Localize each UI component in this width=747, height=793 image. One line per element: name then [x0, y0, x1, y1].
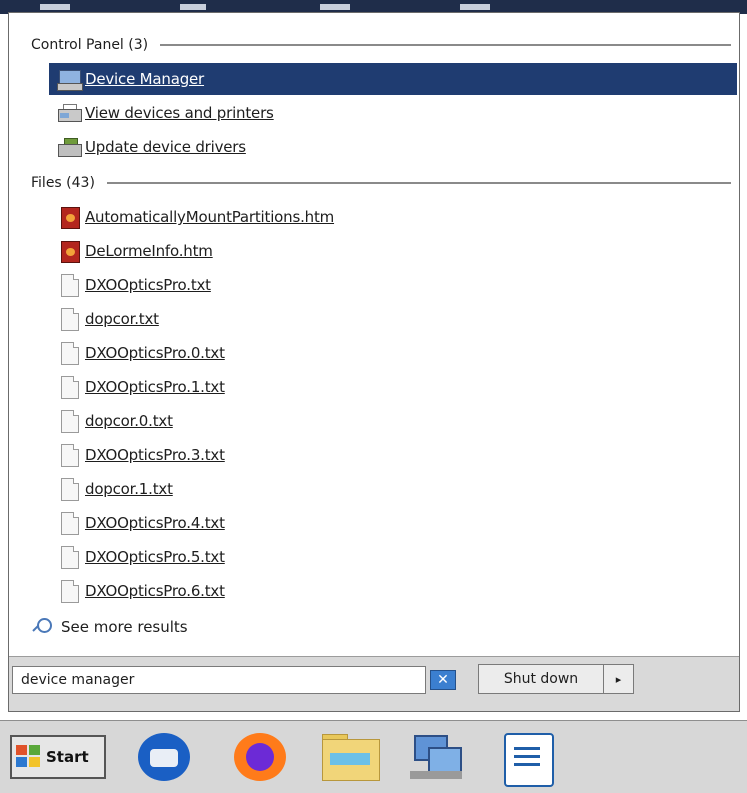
file-result[interactable]: DXOOpticsPro.4.txt	[49, 507, 737, 539]
file-result[interactable]: DXOOpticsPro.0.txt	[49, 337, 737, 369]
file-result[interactable]: DXOOpticsPro.3.txt	[49, 439, 737, 471]
txt-file-icon	[57, 375, 81, 399]
search-input[interactable]	[12, 666, 426, 694]
result-device-manager[interactable]: Device Manager	[49, 63, 737, 95]
file-result[interactable]: DXOOpticsPro.6.txt	[49, 575, 737, 607]
printer-icon	[57, 101, 82, 125]
shut-down-options-arrow-icon[interactable]: ▸	[604, 664, 634, 694]
file-result[interactable]: DeLormeInfo.htm	[49, 235, 737, 267]
file-result[interactable]: DXOOpticsPro.5.txt	[49, 541, 737, 573]
result-update-device-drivers[interactable]: Update device drivers	[49, 131, 737, 163]
file-result[interactable]: dopcor.0.txt	[49, 405, 737, 437]
file-result[interactable]: dopcor.1.txt	[49, 473, 737, 505]
windows-flag-icon	[16, 745, 42, 769]
search-icon	[32, 618, 52, 636]
txt-file-icon	[57, 545, 81, 569]
txt-file-icon	[57, 341, 81, 365]
file-result[interactable]: AutomaticallyMountPartitions.htm	[49, 201, 737, 233]
result-view-devices-and-printers[interactable]: View devices and printers	[49, 97, 737, 129]
device-manager-icon	[57, 67, 83, 91]
txt-file-icon	[57, 443, 81, 467]
writer-icon[interactable]	[496, 731, 560, 787]
search-results-panel: Control Panel (3) Device Manager View de…	[9, 13, 739, 657]
txt-file-icon	[57, 511, 81, 535]
see-more-results-link[interactable]: See more results	[32, 613, 188, 641]
files-header: Files (43)	[31, 173, 731, 193]
htm-file-icon	[57, 239, 81, 263]
shut-down-button[interactable]: Shut down	[478, 664, 604, 694]
txt-file-icon	[57, 579, 81, 603]
txt-file-icon	[57, 409, 81, 433]
thunderbird-icon[interactable]	[132, 731, 196, 783]
control-panel-header: Control Panel (3)	[31, 35, 731, 55]
htm-file-icon	[57, 205, 81, 229]
file-result[interactable]: dopcor.txt	[49, 303, 737, 335]
firefox-icon[interactable]	[228, 731, 292, 783]
taskbar: Start	[0, 720, 747, 793]
txt-file-icon	[57, 307, 81, 331]
start-button[interactable]: Start	[10, 735, 106, 779]
clear-search-icon[interactable]: ✕	[430, 670, 456, 690]
update-driver-icon	[57, 135, 82, 159]
file-manager-icon[interactable]	[318, 731, 382, 783]
file-result[interactable]: DXOOpticsPro.1.txt	[49, 371, 737, 403]
txt-file-icon	[57, 477, 81, 501]
network-icon[interactable]	[404, 731, 468, 783]
txt-file-icon	[57, 273, 81, 297]
start-menu: Control Panel (3) Device Manager View de…	[8, 12, 740, 712]
file-result[interactable]: DXOOpticsPro.txt	[49, 269, 737, 301]
